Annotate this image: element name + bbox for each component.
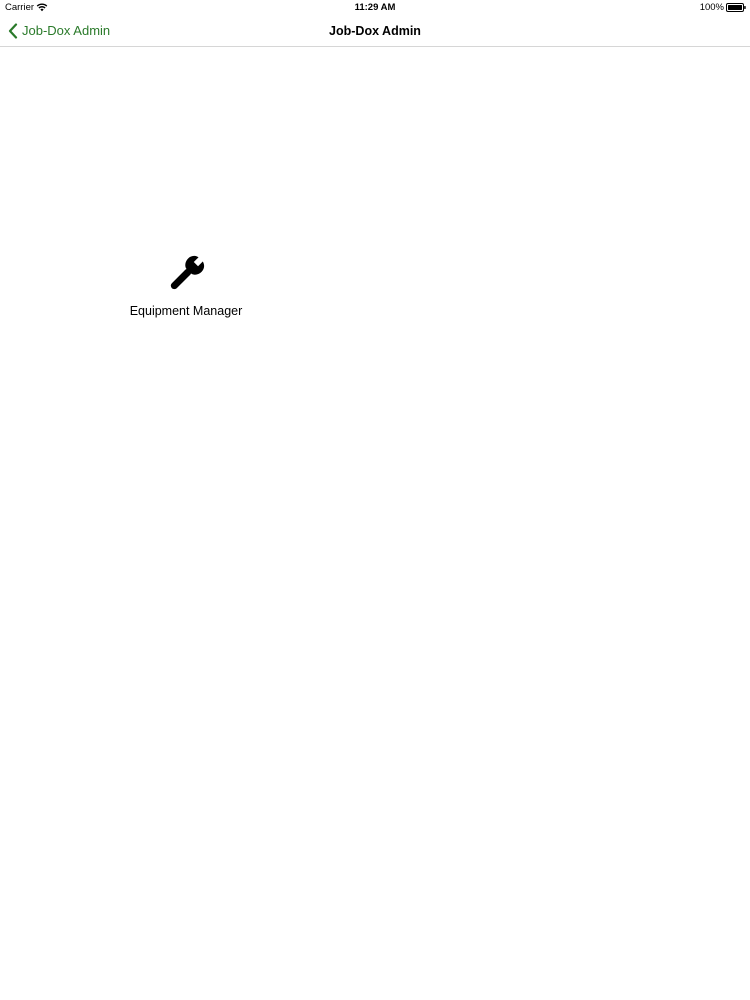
tile-label: Equipment Manager [129, 304, 243, 318]
equipment-manager-tile[interactable]: Equipment Manager [118, 252, 254, 322]
battery-percent-label: 100% [699, 2, 724, 13]
wrench-icon [170, 255, 205, 290]
screen: Carrier 11:29 AM 100% Job-Dox Admin Job-… [0, 0, 750, 1000]
navigation-bar: Job-Dox Admin Job-Dox Admin [0, 16, 750, 47]
main-content: Equipment Manager [0, 47, 750, 1000]
page-title: Job-Dox Admin [329, 24, 421, 38]
clock-label: 11:29 AM [354, 2, 396, 13]
status-bar: Carrier 11:29 AM 100% [0, 0, 750, 16]
battery-icon [726, 3, 746, 12]
